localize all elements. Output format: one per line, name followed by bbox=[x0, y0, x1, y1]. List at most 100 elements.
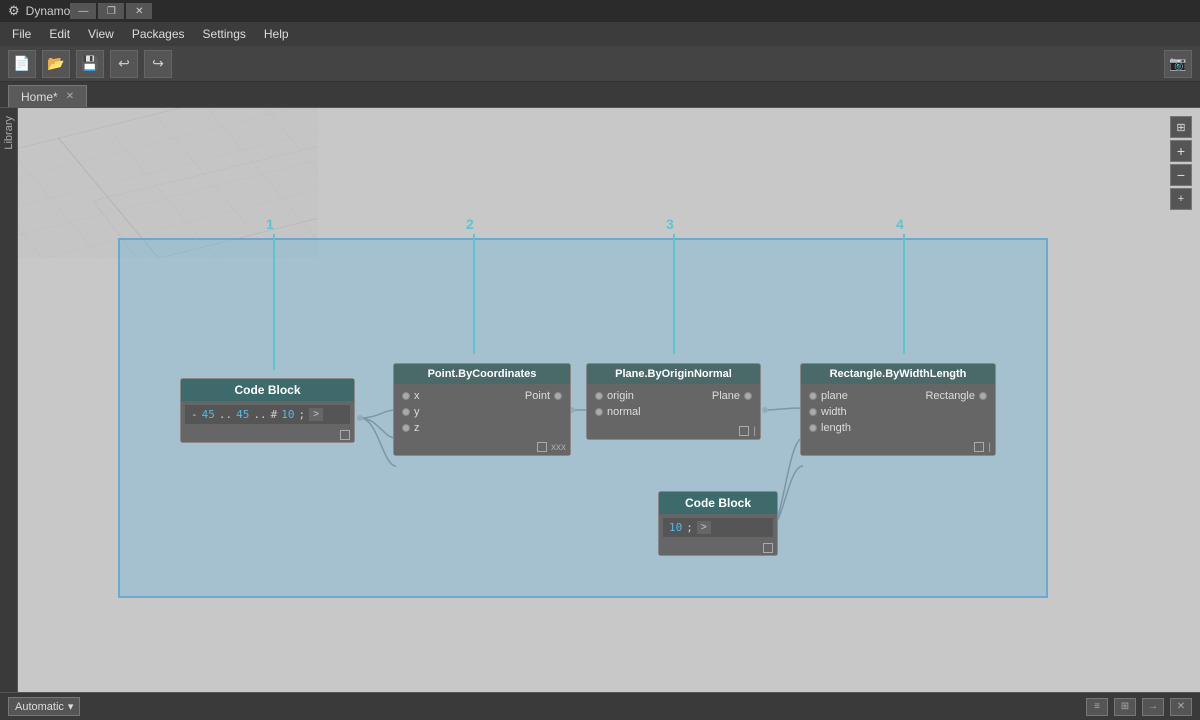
port-rect-out[interactable] bbox=[979, 392, 987, 400]
rectangle-by-width-length-node[interactable]: Rectangle.ByWidthLength plane Rectangle … bbox=[800, 363, 996, 456]
pbc-xxx: xxx bbox=[551, 442, 566, 453]
port-row-width: width bbox=[805, 404, 991, 420]
redo-button[interactable]: ↪ bbox=[144, 50, 172, 78]
menu-file[interactable]: File bbox=[4, 25, 39, 43]
plane-by-origin-footer: | bbox=[587, 424, 760, 439]
statusbar: Automatic ▾ ≡ ⊞ → ✕ bbox=[0, 692, 1200, 720]
pbo-bar: | bbox=[753, 426, 756, 437]
undo-button[interactable]: ↩ bbox=[110, 50, 138, 78]
restore-button[interactable]: ❐ bbox=[98, 3, 124, 19]
code-text-3: .. bbox=[253, 408, 266, 421]
status-icon-3[interactable]: → bbox=[1142, 698, 1164, 716]
code-text-4: # bbox=[271, 408, 278, 421]
code-run-button-2[interactable]: > bbox=[697, 521, 711, 534]
zoom-out-button[interactable]: − bbox=[1170, 164, 1192, 186]
plane-by-origin-header: Plane.ByOriginNormal bbox=[587, 364, 760, 384]
rect-by-wl-header: Rectangle.ByWidthLength bbox=[801, 364, 995, 384]
port-point-out[interactable] bbox=[554, 392, 562, 400]
status-icon-1[interactable]: ≡ bbox=[1086, 698, 1108, 716]
port-normal-in[interactable] bbox=[595, 408, 603, 416]
pbo-check[interactable] bbox=[739, 426, 749, 436]
menu-settings[interactable]: Settings bbox=[195, 25, 254, 43]
port-origin-in[interactable] bbox=[595, 392, 603, 400]
port-row-normal: normal bbox=[591, 404, 756, 420]
plane-by-origin-normal-node[interactable]: Plane.ByOriginNormal origin Plane normal… bbox=[586, 363, 761, 440]
port-plane-out[interactable] bbox=[744, 392, 752, 400]
tabbar: Home* ✕ bbox=[0, 82, 1200, 108]
port-normal-label: normal bbox=[607, 406, 641, 418]
port-row-length: length bbox=[805, 420, 991, 436]
port-y-in[interactable] bbox=[402, 408, 410, 416]
save-button[interactable]: 💾 bbox=[76, 50, 104, 78]
new-button[interactable]: 📄 bbox=[8, 50, 36, 78]
pbc-check[interactable] bbox=[537, 442, 547, 452]
number-line-3 bbox=[673, 234, 675, 354]
tab-home[interactable]: Home* ✕ bbox=[8, 85, 87, 107]
point-by-coordinates-node[interactable]: Point.ByCoordinates x Point y z bbox=[393, 363, 571, 456]
plane-by-origin-body: origin Plane normal bbox=[587, 384, 760, 424]
zoom-reset-button[interactable]: + bbox=[1170, 188, 1192, 210]
port-width-in[interactable] bbox=[809, 408, 817, 416]
port-rect-label: Rectangle bbox=[925, 390, 975, 402]
code-val-1c: 10 bbox=[281, 408, 294, 421]
port-x-in[interactable] bbox=[402, 392, 410, 400]
menubar: File Edit View Packages Settings Help bbox=[0, 22, 1200, 46]
number-label-3: 3 bbox=[666, 216, 674, 232]
code-block-1-node[interactable]: Code Block -45..45..#10; > bbox=[180, 378, 355, 443]
port-row-x: x Point bbox=[398, 388, 566, 404]
code-block-2-footer bbox=[659, 541, 777, 555]
code-val-2: 10 bbox=[669, 521, 682, 534]
port-row-z: z bbox=[398, 420, 566, 436]
menu-view[interactable]: View bbox=[80, 25, 122, 43]
port-row-y: y bbox=[398, 404, 566, 420]
port-length-in[interactable] bbox=[809, 424, 817, 432]
port-width-label: width bbox=[821, 406, 847, 418]
code-block-1-check[interactable] bbox=[340, 430, 350, 440]
port-row-plane: plane Rectangle bbox=[805, 388, 991, 404]
execution-mode-dropdown[interactable]: Automatic ▾ bbox=[8, 697, 80, 716]
menu-packages[interactable]: Packages bbox=[124, 25, 193, 43]
tab-close-button[interactable]: ✕ bbox=[66, 91, 74, 102]
code-run-button-1[interactable]: > bbox=[309, 408, 323, 421]
code-text-2: .. bbox=[219, 408, 232, 421]
menu-help[interactable]: Help bbox=[256, 25, 297, 43]
open-button[interactable]: 📂 bbox=[42, 50, 70, 78]
status-icon-4[interactable]: ✕ bbox=[1170, 698, 1192, 716]
fit-view-button[interactable]: ⊞ bbox=[1170, 116, 1192, 138]
number-label-4: 4 bbox=[896, 216, 904, 232]
status-icon-2[interactable]: ⊞ bbox=[1114, 698, 1136, 716]
canvas[interactable]: 1 2 3 4 Code Block -45..45..#10; > P bbox=[18, 108, 1200, 692]
code-block-1-header: Code Block bbox=[181, 379, 354, 401]
code-block-2-header: Code Block bbox=[659, 492, 777, 514]
port-plane-in[interactable] bbox=[809, 392, 817, 400]
code-text-1: - bbox=[191, 408, 198, 421]
library-label[interactable]: Library bbox=[1, 112, 17, 154]
window-controls: — ❐ ✕ bbox=[70, 3, 152, 19]
zoom-in-button[interactable]: + bbox=[1170, 140, 1192, 162]
cb2-check[interactable] bbox=[763, 543, 773, 553]
close-button[interactable]: ✕ bbox=[126, 3, 152, 19]
code-semi-2: ; bbox=[686, 521, 693, 534]
code-block-1-body: -45..45..#10; > bbox=[181, 401, 354, 428]
port-z-label: z bbox=[414, 422, 420, 434]
code-block-2-node[interactable]: Code Block 10; > bbox=[658, 491, 778, 556]
code-block-1-input[interactable]: -45..45..#10; > bbox=[185, 405, 350, 424]
rect-by-wl-footer: | bbox=[801, 440, 995, 455]
port-z-in[interactable] bbox=[402, 424, 410, 432]
number-label-1: 1 bbox=[266, 216, 274, 232]
camera-button[interactable]: 📷 bbox=[1164, 50, 1192, 78]
library-sidebar[interactable]: Library bbox=[0, 108, 18, 692]
port-x-label: x bbox=[414, 390, 420, 402]
code-text-5: ; bbox=[299, 408, 306, 421]
code-block-1-footer bbox=[181, 428, 354, 442]
number-line-1 bbox=[273, 234, 275, 370]
minimize-button[interactable]: — bbox=[70, 3, 96, 19]
port-row-origin: origin Plane bbox=[591, 388, 756, 404]
main-area: Library bbox=[0, 108, 1200, 692]
rbwl-check[interactable] bbox=[974, 442, 984, 452]
port-point-label: Point bbox=[525, 390, 550, 402]
port-length-label: length bbox=[821, 422, 851, 434]
rbwl-bar: | bbox=[988, 442, 991, 453]
code-block-2-input[interactable]: 10; > bbox=[663, 518, 773, 537]
menu-edit[interactable]: Edit bbox=[41, 25, 78, 43]
